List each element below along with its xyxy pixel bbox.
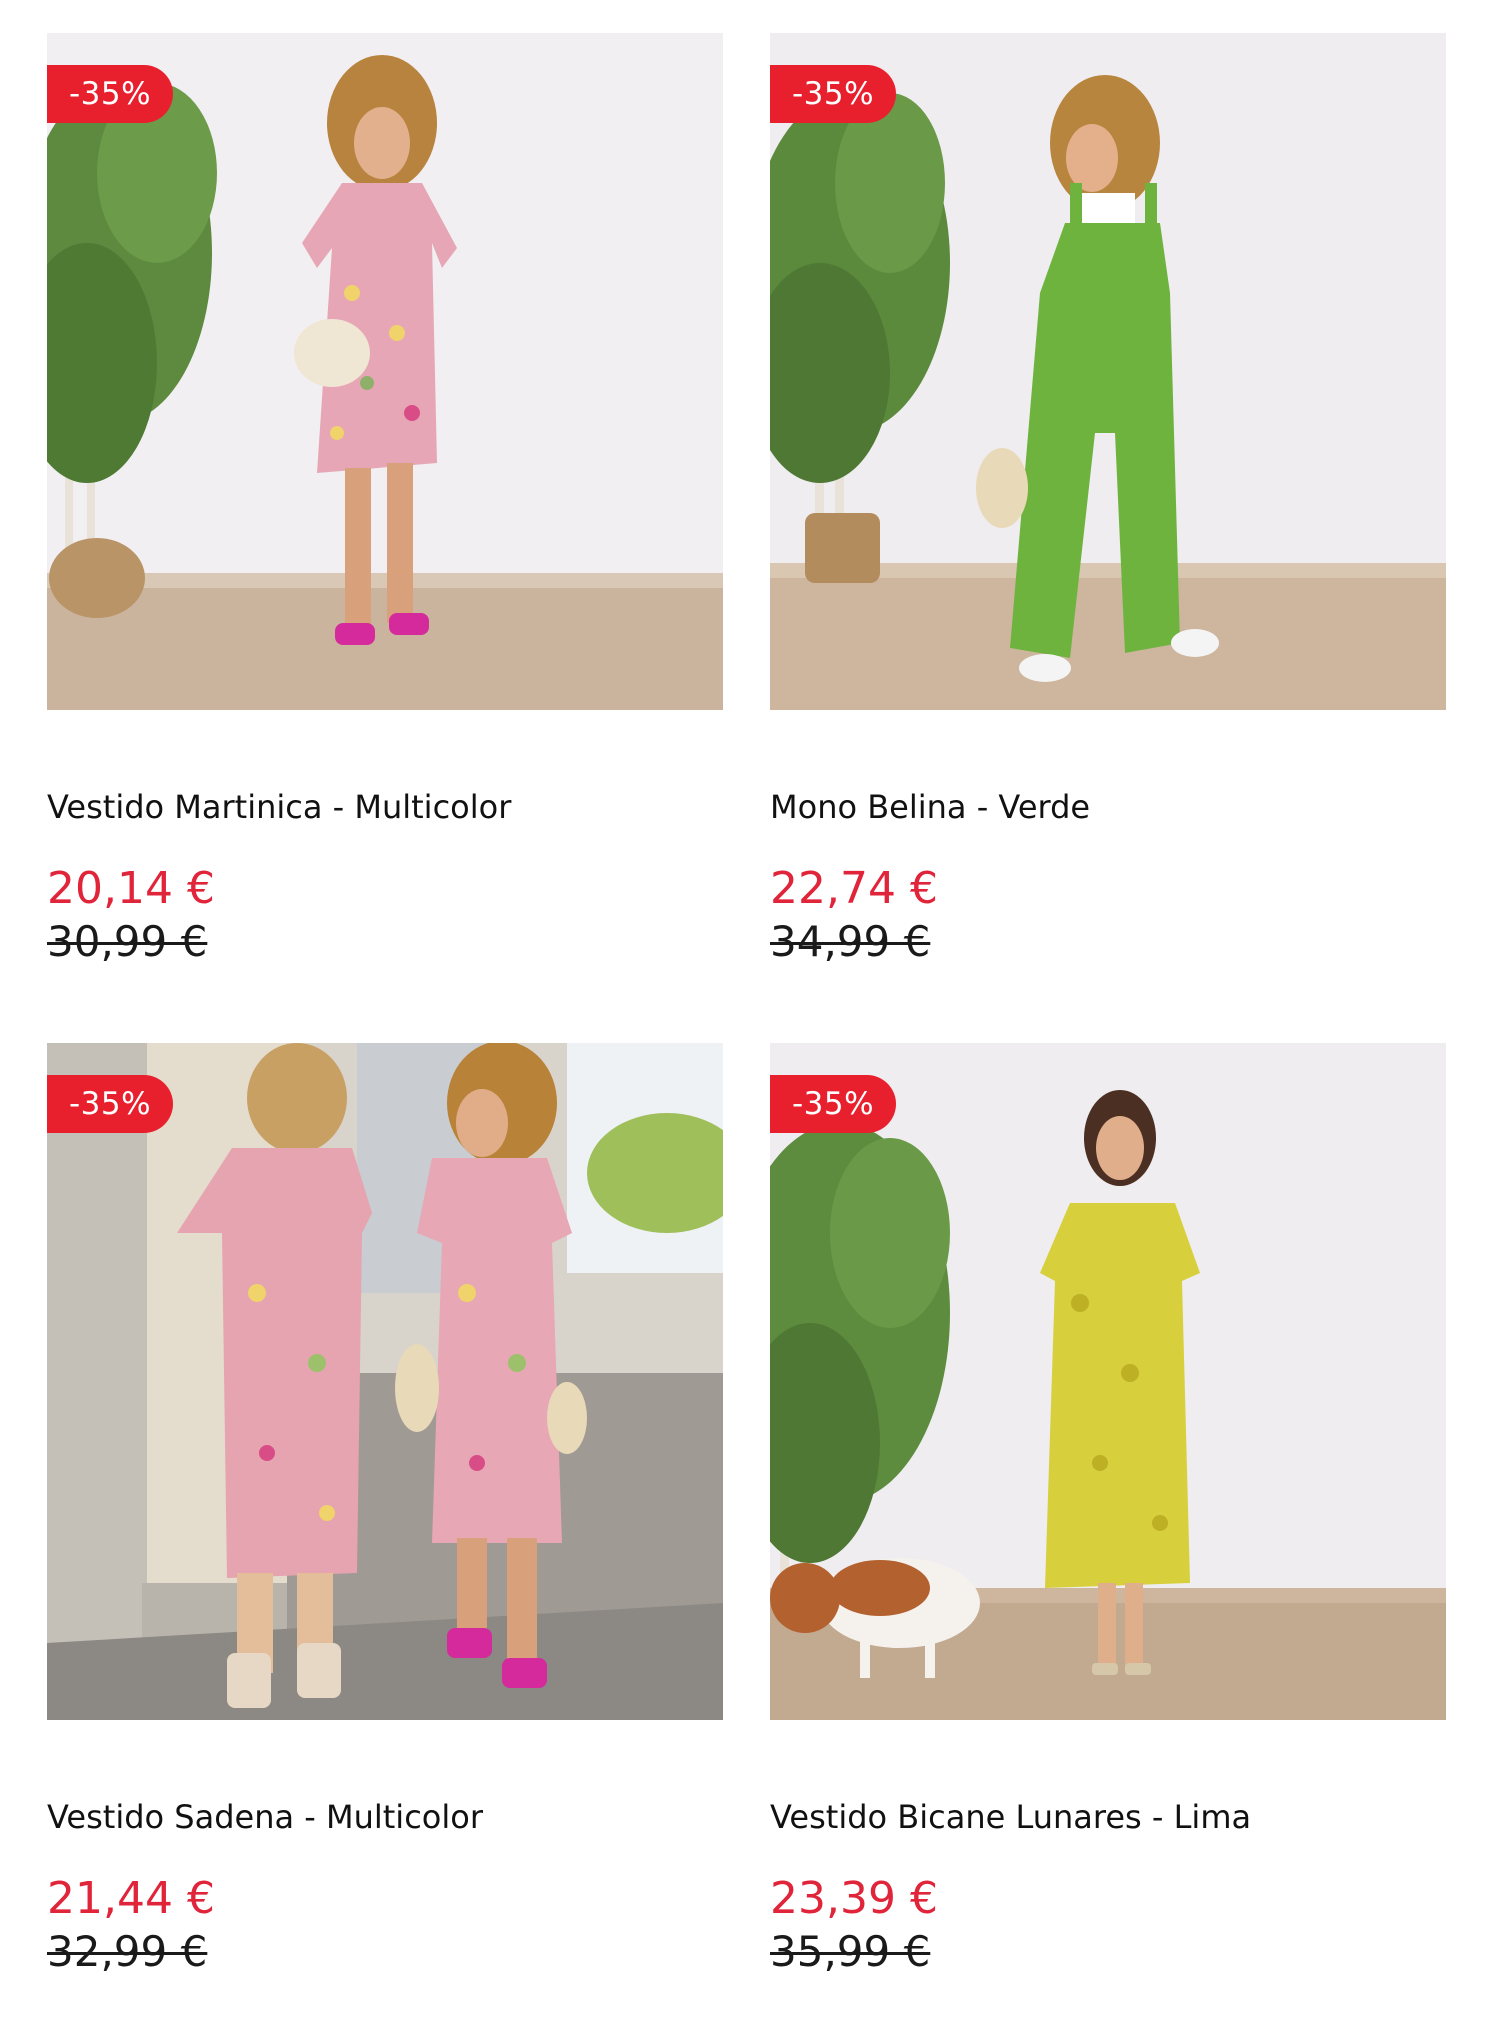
sale-price: 22,74 € — [770, 863, 938, 914]
product-title[interactable]: Vestido Bicane Lunares - Lima — [770, 1798, 1251, 1836]
discount-badge: -35% — [47, 65, 174, 123]
product-image[interactable]: -35% — [770, 1043, 1446, 1720]
product-title[interactable]: Vestido Sadena - Multicolor — [47, 1798, 483, 1836]
original-price: 30,99 € — [47, 917, 208, 966]
original-price: 34,99 € — [770, 917, 931, 966]
product-photo-lime-dress — [770, 1043, 1446, 1720]
product-title[interactable]: Vestido Martinica - Multicolor — [47, 788, 511, 826]
product-card[interactable]: -35% Vestido Sadena - Multicolor 21,44 €… — [47, 1043, 723, 1976]
product-photo-floral-dress — [47, 33, 723, 710]
sale-price: 21,44 € — [47, 1873, 215, 1924]
product-image[interactable]: -35% — [770, 33, 1446, 710]
discount-badge: -35% — [770, 65, 897, 123]
product-photo-green-jumpsuit — [770, 33, 1446, 710]
product-photo-two-women-dresses — [47, 1043, 723, 1720]
product-card[interactable]: -35% Vestido Martinica - Multicolor 20,1… — [47, 33, 723, 966]
discount-badge: -35% — [47, 1075, 174, 1133]
product-card[interactable]: -35% Mono Belina - Verde 22,74 € 34,99 € — [770, 33, 1446, 966]
product-image[interactable]: -35% — [47, 1043, 723, 1720]
original-price: 32,99 € — [47, 1927, 208, 1976]
product-title[interactable]: Mono Belina - Verde — [770, 788, 1090, 826]
sale-price: 23,39 € — [770, 1873, 938, 1924]
sale-price: 20,14 € — [47, 863, 215, 914]
product-card[interactable]: -35% Vestido Bicane Lunares - Lima 23,39… — [770, 1043, 1446, 1976]
original-price: 35,99 € — [770, 1927, 931, 1976]
product-image[interactable]: -35% — [47, 33, 723, 710]
discount-badge: -35% — [770, 1075, 897, 1133]
